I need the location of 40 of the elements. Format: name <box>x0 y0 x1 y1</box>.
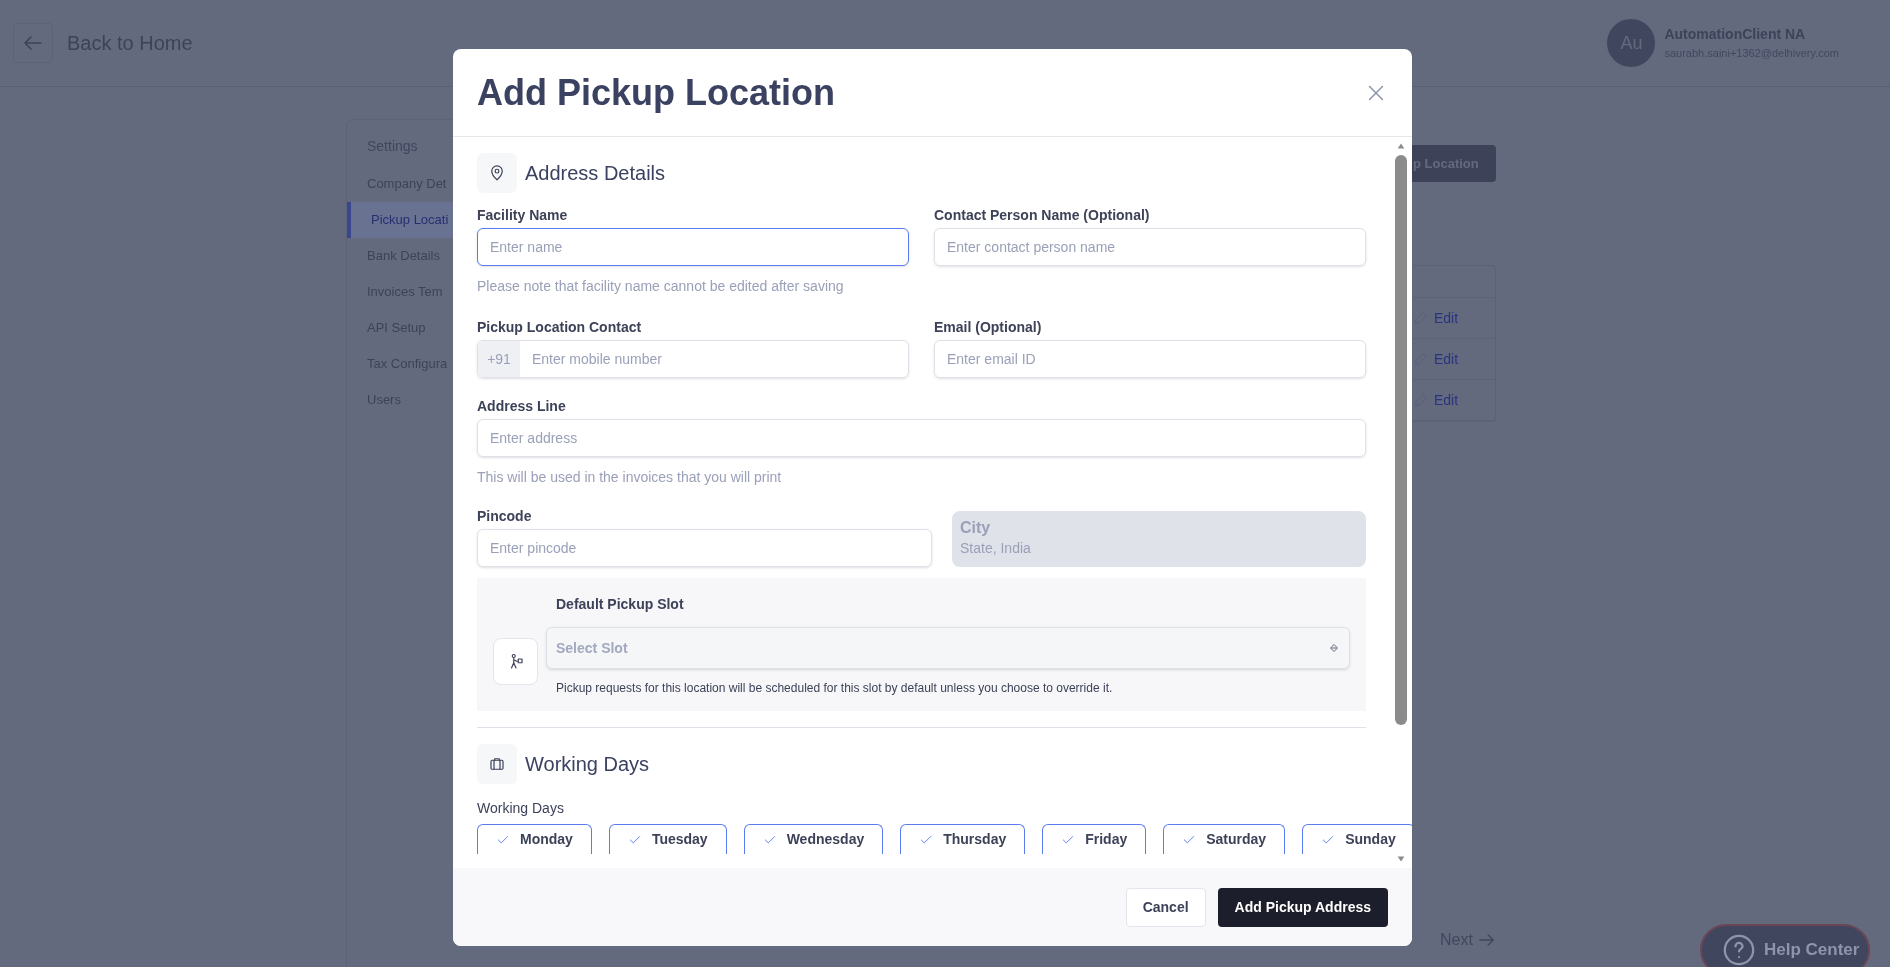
day-toggle[interactable]: Sunday <box>1302 824 1412 854</box>
scrollbar[interactable] <box>1394 141 1408 864</box>
help-center-button[interactable]: Help Center <box>1700 924 1870 967</box>
section-heading: Working Days <box>525 752 650 777</box>
cancel-button[interactable]: Cancel <box>1125 887 1206 927</box>
field-label: Facility Name <box>477 207 569 224</box>
field-label: Default Pickup Slot <box>556 595 685 614</box>
add-pickup-address-button[interactable]: Add Pickup Address <box>1217 887 1388 927</box>
location-pin-icon <box>488 164 506 182</box>
field-hint: Please note that facility name cannot be edited after saving <box>477 277 845 296</box>
field-label: Pickup Location Contact <box>477 319 643 336</box>
field-label: Email (Optional) <box>934 319 1043 336</box>
phone-number-input[interactable]: Enter mobile number <box>520 341 908 377</box>
day-toggle[interactable]: Friday <box>1042 824 1147 854</box>
day-toggle[interactable]: Wednesday <box>743 824 884 854</box>
day-toggle[interactable]: Monday <box>477 824 592 854</box>
phone-field[interactable]: +91 Enter mobile number <box>477 340 909 378</box>
modal-title: Add Pickup Location <box>477 70 835 115</box>
sidebar-item[interactable]: Pickup Locati <box>347 202 453 238</box>
field-hint: This will be used in the invoices that you will print <box>477 468 783 487</box>
section-heading: Address Details <box>525 161 666 186</box>
day-toggle[interactable]: Thursday <box>900 824 1026 854</box>
day-toggle[interactable]: Tuesday <box>608 824 727 854</box>
field-label: Contact Person Name (Optional) <box>934 207 1151 224</box>
country-code: +91 <box>478 341 520 377</box>
up-down-chevron-icon <box>1328 641 1340 655</box>
right-arrow-icon <box>1478 934 1494 946</box>
input-field[interactable]: Enter name <box>477 228 909 266</box>
city-field: City State, India <box>952 511 1366 567</box>
edit-link[interactable]: Edit <box>1414 348 1459 370</box>
field-label: Address Line <box>477 398 567 415</box>
edit-link[interactable]: Edit <box>1414 307 1459 329</box>
edit-link[interactable]: Edit <box>1414 389 1459 411</box>
briefcase-icon <box>488 755 506 773</box>
help-icon <box>1722 933 1756 967</box>
field-label: Pincode <box>477 508 533 525</box>
slot-select[interactable]: Select Slot <box>546 627 1350 669</box>
field-label: Working Days <box>477 799 565 818</box>
day-toggle[interactable]: Saturday <box>1163 824 1286 854</box>
slot-note: Pickup requests for this location will be scheduled for this slot by default unless you choose to override it. <box>556 680 1114 697</box>
